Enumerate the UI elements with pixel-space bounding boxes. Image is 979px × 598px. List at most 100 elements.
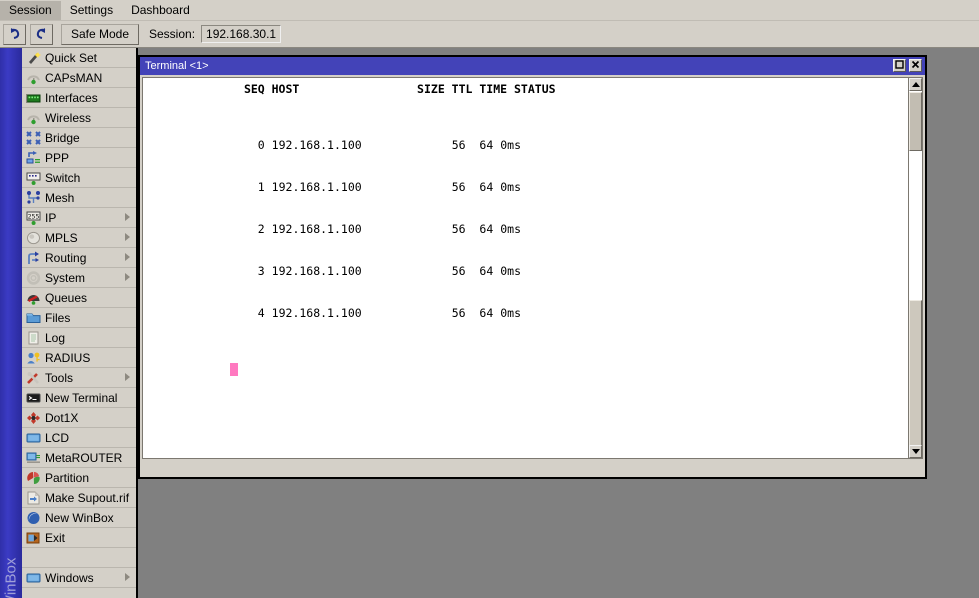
terminal-body: [admin@OLT TP-LINK] >ping 192.168.1.100 … <box>140 75 925 477</box>
queues-gauge-icon <box>24 290 43 306</box>
terminal-header-line: SEQ HOST SIZE TTL TIME STATUS <box>147 77 887 82</box>
sidebar-item-label: System <box>43 271 85 285</box>
terminal-icon <box>24 390 43 406</box>
sidebar-item-radius[interactable]: RADIUS <box>22 348 136 368</box>
sidebar-item-queues[interactable]: Queues <box>22 288 136 308</box>
terminal-output-area[interactable]: [admin@OLT TP-LINK] >ping 192.168.1.100 … <box>142 77 908 459</box>
lcd-screen-icon <box>24 430 43 446</box>
sidebar-item-new-winbox[interactable]: New WinBox <box>22 508 136 528</box>
winbox-vertical-label: WinBox <box>3 544 20 598</box>
scrollbar-thumb-lower[interactable] <box>909 300 922 456</box>
sidebar-item-mesh[interactable]: Mesh <box>22 188 136 208</box>
sidebar-item-metarouter[interactable]: MetaROUTER <box>22 448 136 468</box>
row-host: 192.168.1.100 <box>272 222 362 236</box>
scroll-down-button[interactable] <box>909 445 922 458</box>
row-size: 56 <box>452 222 466 236</box>
sidebar-item-wireless[interactable]: Wireless <box>22 108 136 128</box>
sidebar-item-mpls[interactable]: MPLS <box>22 228 136 248</box>
terminal-vertical-scrollbar[interactable] <box>908 77 923 459</box>
row-time: 0ms <box>500 222 521 236</box>
row-size: 56 <box>452 264 466 278</box>
sidebar-item-label: Files <box>43 311 70 325</box>
terminal-title-text: Terminal <1> <box>145 60 209 72</box>
row-host: 192.168.1.100 <box>272 306 362 320</box>
sidebar-item-interfaces[interactable]: Interfaces <box>22 88 136 108</box>
undo-button[interactable] <box>3 24 26 45</box>
sidebar-item-lcd[interactable]: LCD <box>22 428 136 448</box>
sidebar-item-label: CAPsMAN <box>43 71 102 85</box>
menu-dashboard[interactable]: Dashboard <box>122 1 199 20</box>
terminal-title-bar[interactable]: Terminal <1> <box>140 57 925 75</box>
folder-icon <box>24 310 43 326</box>
metarouter-icon <box>24 450 43 466</box>
maximize-button[interactable] <box>893 59 906 72</box>
ip-255-icon: 255 <box>24 210 43 226</box>
safe-mode-button[interactable]: Safe Mode <box>61 24 139 45</box>
sidebar-item-dot1x[interactable]: Dot1X <box>22 408 136 428</box>
winbox-window: Session Settings Dashboard Safe Mode Ses… <box>0 0 979 598</box>
sidebar-item-new-terminal[interactable]: New Terminal <box>22 388 136 408</box>
windows-screen-icon <box>24 570 43 586</box>
sidebar-item-routing[interactable]: Routing <box>22 248 136 268</box>
redo-button[interactable] <box>30 24 53 45</box>
sidebar-item-label: PPP <box>43 151 69 165</box>
sidebar-item-label: New Terminal <box>43 391 117 405</box>
window-buttons <box>893 59 922 72</box>
switch-icon <box>24 170 43 186</box>
row-time: 0ms <box>500 306 521 320</box>
sidebar-item-files[interactable]: Files <box>22 308 136 328</box>
chevron-right-icon <box>125 273 130 281</box>
sidebar-item-partition[interactable]: Partition <box>22 468 136 488</box>
menu-session[interactable]: Session <box>0 1 61 20</box>
sidebar-item-label: Log <box>43 331 65 345</box>
scroll-up-button[interactable] <box>909 78 922 91</box>
sidebar-item-ip[interactable]: 255 IP <box>22 208 136 228</box>
row-size: 56 <box>452 180 466 194</box>
sidebar-item-exit[interactable]: Exit <box>22 528 136 548</box>
sidebar-item-windows[interactable]: Windows <box>22 568 136 588</box>
session-label: Session: <box>149 27 195 41</box>
menu-settings[interactable]: Settings <box>61 1 122 20</box>
row-time: 0ms <box>500 264 521 278</box>
mpls-sphere-icon <box>24 230 43 246</box>
sidebar-item-label: Wireless <box>43 111 91 125</box>
tools-icon <box>24 370 43 386</box>
chevron-right-icon <box>125 253 130 261</box>
sidebar-menu: Quick Set CAPsMAN <box>22 48 138 598</box>
menu-bar: Session Settings Dashboard <box>0 0 979 21</box>
row-seq-val: 4 <box>258 306 265 320</box>
row-seq <box>230 138 258 152</box>
sidebar-item-tools[interactable]: Tools <box>22 368 136 388</box>
sidebar-item-system[interactable]: System <box>22 268 136 288</box>
radius-key-icon <box>24 350 43 366</box>
partition-pie-icon <box>24 470 43 486</box>
sidebar-item-label: Windows <box>43 571 94 585</box>
session-address-field[interactable]: 192.168.30.1 <box>201 25 281 43</box>
sidebar-item-label: MPLS <box>43 231 78 245</box>
svg-text:255: 255 <box>28 212 40 220</box>
dot1x-icon <box>24 410 43 426</box>
sidebar-item-quick-set[interactable]: Quick Set <box>22 48 136 68</box>
close-button[interactable] <box>909 59 922 72</box>
table-row: 3 192.168.1.100 56 64 0ms <box>147 250 887 264</box>
row-seq-val: 2 <box>258 222 265 236</box>
terminal-lines: [admin@OLT TP-LINK] >ping 192.168.1.100 … <box>147 77 887 446</box>
sidebar-item-label: Mesh <box>43 191 74 205</box>
table-row: 0 192.168.1.100 56 64 0ms <box>147 124 887 138</box>
sidebar-item-switch[interactable]: Switch <box>22 168 136 188</box>
table-row: 2 192.168.1.100 56 64 0ms <box>147 208 887 222</box>
sidebar-item-label: Routing <box>43 251 86 265</box>
scrollbar-thumb[interactable] <box>909 92 922 151</box>
sidebar-item-label: New WinBox <box>43 511 114 525</box>
sidebar-item-label: Quick Set <box>43 51 97 65</box>
sidebar-item-ppp[interactable]: PPP <box>22 148 136 168</box>
sidebar-item-make-supout[interactable]: Make Supout.rif <box>22 488 136 508</box>
sidebar-item-log[interactable]: Log <box>22 328 136 348</box>
block-cursor-icon <box>230 363 238 376</box>
sidebar-item-bridge[interactable]: Bridge <box>22 128 136 148</box>
terminal-cursor-line <box>147 348 887 362</box>
maximize-icon <box>895 60 904 72</box>
mesh-nodes-icon <box>24 190 43 206</box>
sidebar-item-capsman[interactable]: CAPsMAN <box>22 68 136 88</box>
winbox-brand-strip: WinBox <box>0 48 22 598</box>
